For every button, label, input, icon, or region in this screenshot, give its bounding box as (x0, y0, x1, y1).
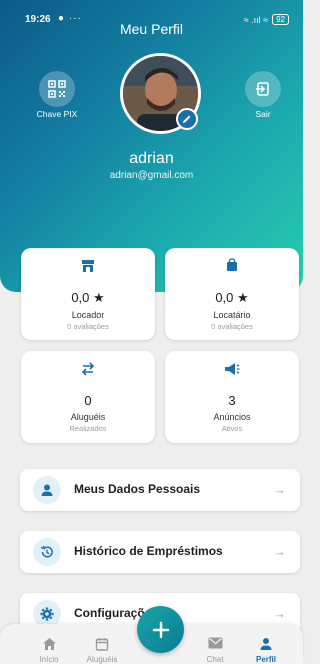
add-listing-button[interactable] (137, 606, 184, 653)
shopping-bag-icon (227, 258, 237, 271)
stat-label: Locador (71, 310, 105, 320)
megaphone-icon (225, 363, 240, 375)
nav-label: Perfil (255, 655, 276, 664)
store-icon (82, 260, 94, 272)
qr-code-icon (48, 80, 66, 98)
gear-icon (40, 607, 54, 621)
stat-subtitle: Realizados (69, 424, 107, 433)
plus-icon (152, 621, 169, 638)
stat-label: Aluguéis (70, 412, 106, 422)
menu-item-loan-history[interactable]: Histórico de Empréstimos → (20, 531, 300, 573)
menu-item-personal-data[interactable]: Meus Dados Pessoais → (20, 469, 300, 511)
menu-icon-bg (33, 538, 61, 566)
home-icon (42, 638, 56, 650)
stat-subtitle: 0 avaliações (67, 322, 109, 331)
nav-item-alugueis[interactable]: Aluguéis (77, 624, 127, 664)
stat-value: 0 (84, 393, 92, 408)
menu-label: Meus Dados Pessoais (74, 482, 201, 496)
stat-subtitle: 0 avaliações (211, 322, 253, 331)
nav-label: Aluguéis (86, 655, 118, 664)
stat-card-alugueis[interactable]: 0 Aluguéis Realizados (21, 351, 155, 443)
person-icon (41, 484, 53, 496)
logout-label: Sair (255, 109, 271, 119)
stat-card-locador[interactable]: 0,0 ★ Locador 0 avaliações (21, 248, 155, 340)
person-icon (260, 638, 272, 650)
stat-value: 3 (228, 393, 236, 408)
nav-item-perfil[interactable]: Perfil (241, 624, 291, 664)
avatar[interactable] (120, 53, 201, 134)
history-icon (40, 545, 53, 558)
nav-item-inicio[interactable]: Início (24, 624, 74, 664)
user-name: adrian (129, 150, 174, 167)
arrow-right-icon: → (273, 606, 286, 621)
pencil-icon (183, 115, 191, 123)
arrow-right-icon: → (273, 544, 286, 559)
pix-button[interactable] (39, 71, 75, 107)
stat-card-anuncios[interactable]: 3 Anúncios Ativos (165, 351, 299, 443)
nav-label: Início (39, 655, 59, 664)
stat-value: 0,0 ★ (71, 290, 105, 305)
stat-card-locatario[interactable]: 0,0 ★ Locatário 0 avaliações (165, 248, 299, 340)
stat-subtitle: Ativos (221, 424, 243, 433)
logout-button[interactable] (245, 71, 281, 107)
page-title: Meu Perfil (119, 21, 184, 37)
user-email: adrian@gmail.com (109, 170, 194, 181)
menu-icon-bg (33, 476, 61, 504)
stat-value: 0,0 ★ (215, 290, 249, 305)
menu-label: Histórico de Empréstimos (74, 544, 223, 558)
pix-label: Chave PIX (36, 109, 78, 119)
nav-item-chat[interactable]: Chat (190, 624, 240, 664)
calendar-icon (95, 638, 109, 651)
logout-icon (256, 82, 269, 96)
arrow-right-icon: → (273, 482, 286, 497)
nav-label: Chat (206, 655, 224, 664)
mail-icon (208, 637, 222, 649)
stat-label: Locatário (213, 310, 251, 320)
stat-label: Anúncios (213, 412, 251, 422)
edit-avatar-button[interactable] (176, 108, 198, 130)
swap-arrows-icon (81, 362, 95, 376)
